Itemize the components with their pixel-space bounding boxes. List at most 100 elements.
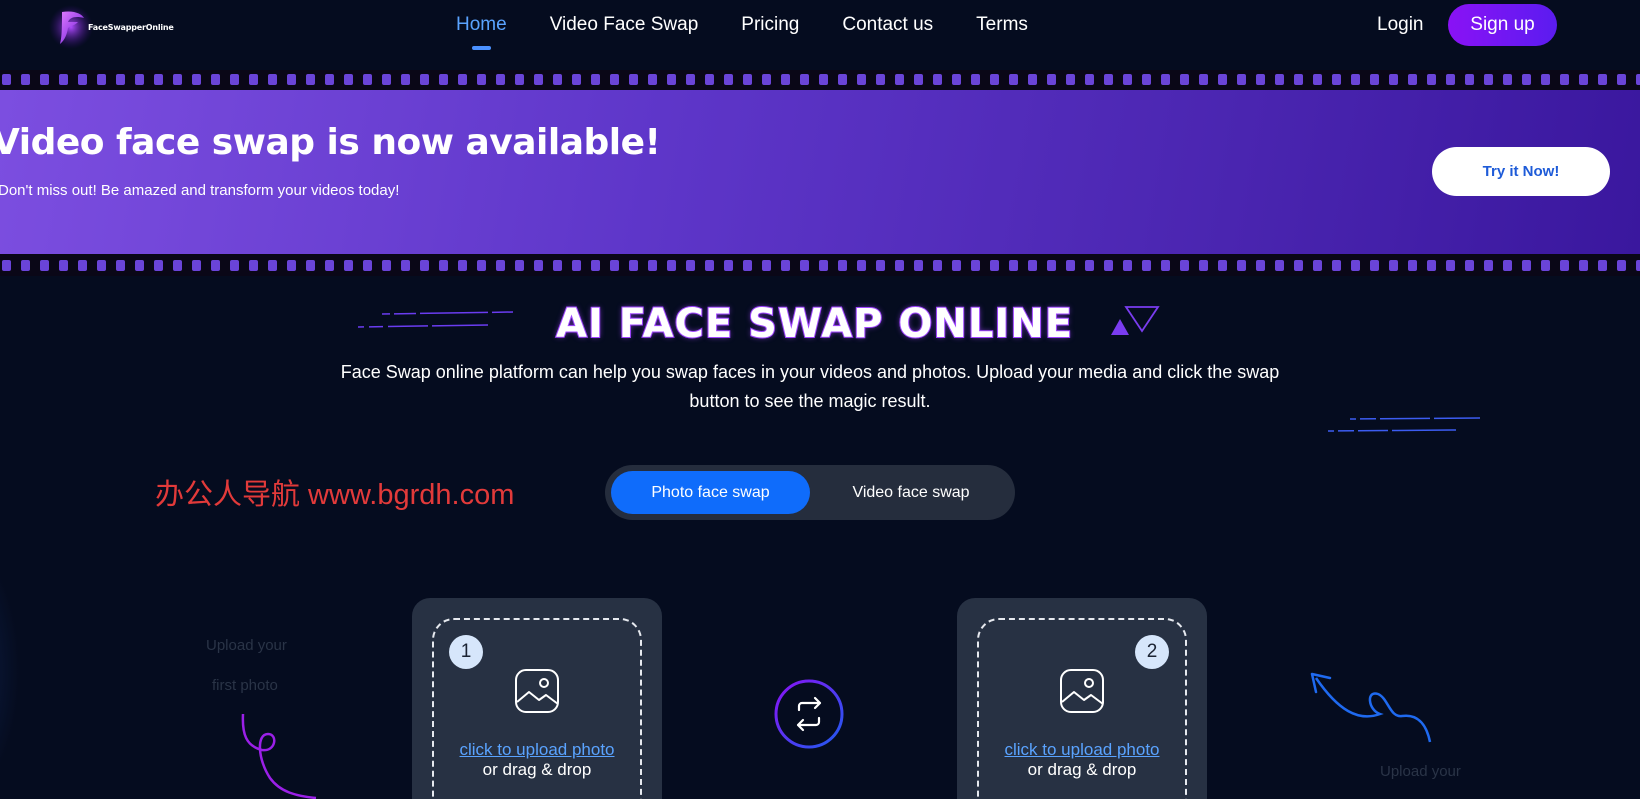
banner-title: Video face swap is now available! [0, 122, 661, 163]
film-hole [268, 259, 277, 271]
site-logo[interactable]: FaceSwapperOnline [48, 4, 178, 50]
film-hole [325, 73, 334, 85]
dash-lines-decoration-right [1328, 417, 1480, 432]
film-hole [287, 259, 296, 271]
film-hole [762, 259, 771, 271]
watermark-text: 办公人导航 www.bgrdh.com [155, 479, 515, 511]
film-hole [401, 259, 410, 271]
film-hole [724, 259, 733, 271]
film-hole [971, 259, 980, 271]
film-hole [1294, 73, 1303, 85]
film-hole [990, 73, 999, 85]
nav-terms-link[interactable]: Terms [976, 14, 1028, 44]
film-hole [59, 73, 68, 85]
film-hole [1294, 259, 1303, 271]
step-number-badge: 2 [1135, 635, 1169, 669]
film-hole [1104, 73, 1113, 85]
swap-button[interactable] [774, 679, 844, 749]
film-hole [382, 259, 391, 271]
film-hole [211, 259, 220, 271]
film-hole [1142, 259, 1151, 271]
film-hole [2, 259, 11, 271]
film-hole [1598, 73, 1607, 85]
film-hole [135, 259, 144, 271]
film-hole [572, 259, 581, 271]
side-glow [0, 540, 20, 799]
film-hole [1522, 73, 1531, 85]
film-hole [1370, 259, 1379, 271]
film-hole [1180, 259, 1189, 271]
film-hole [1313, 73, 1322, 85]
film-hole [515, 259, 524, 271]
signup-button[interactable]: Sign up [1448, 4, 1557, 46]
film-hole [1332, 73, 1341, 85]
film-hole [268, 73, 277, 85]
arrow-decoration-right [1310, 672, 1432, 743]
film-hole [458, 259, 467, 271]
film-hole [135, 73, 144, 85]
dash-lines-decoration [358, 311, 513, 328]
upload-card-first[interactable]: 1 click to upload photo or drag & drop [412, 598, 662, 799]
film-hole [743, 259, 752, 271]
film-hole [249, 73, 258, 85]
film-hole [154, 73, 163, 85]
film-hole [952, 259, 961, 271]
film-perforation-top [0, 70, 1640, 88]
film-hole [1484, 259, 1493, 271]
film-hole [1636, 73, 1640, 85]
film-hole [1427, 73, 1436, 85]
nav-home-link[interactable]: Home [456, 14, 507, 50]
film-hole [1123, 73, 1132, 85]
film-hole [287, 73, 296, 85]
film-hole [1636, 259, 1640, 271]
hint-right-line1: Upload your [1380, 763, 1461, 780]
film-hole [553, 73, 562, 85]
film-hole [705, 73, 714, 85]
film-hole [230, 259, 239, 271]
try-it-now-button[interactable]: Try it Now! [1432, 147, 1610, 196]
film-hole [420, 73, 429, 85]
film-hole [1256, 73, 1265, 85]
film-hole [420, 259, 429, 271]
film-hole [895, 73, 904, 85]
film-hole [97, 73, 106, 85]
film-hole [1351, 73, 1360, 85]
nav-pricing-link[interactable]: Pricing [741, 14, 799, 44]
film-hole [857, 73, 866, 85]
film-hole [648, 259, 657, 271]
film-hole [1009, 73, 1018, 85]
film-hole [458, 73, 467, 85]
film-hole [1066, 73, 1075, 85]
photo-icon [515, 669, 559, 713]
film-hole [838, 73, 847, 85]
film-hole [686, 259, 695, 271]
film-hole [1218, 73, 1227, 85]
film-hole [40, 259, 49, 271]
film-hole [971, 73, 980, 85]
film-hole [876, 259, 885, 271]
film-hole [173, 73, 182, 85]
hero-description: Face Swap online platform can help you s… [340, 362, 1280, 411]
film-hole [40, 73, 49, 85]
film-hole [781, 73, 790, 85]
tab-video-face-swap[interactable]: Video face swap [813, 471, 1009, 514]
upload-photo-link[interactable]: click to upload photo [957, 740, 1207, 760]
film-hole [800, 259, 809, 271]
film-hole [1199, 259, 1208, 271]
swap-icon [774, 679, 844, 749]
film-hole [610, 259, 619, 271]
film-hole [1123, 259, 1132, 271]
login-link[interactable]: Login [1377, 14, 1424, 36]
nav-video-face-swap-link[interactable]: Video Face Swap [550, 14, 699, 44]
upload-photo-link[interactable]: click to upload photo [412, 740, 662, 760]
film-hole [1313, 259, 1322, 271]
drag-drop-text: or drag & drop [1027, 760, 1137, 779]
film-hole [705, 259, 714, 271]
nav-contact-link[interactable]: Contact us [842, 14, 933, 44]
film-hole [819, 73, 828, 85]
upload-card-second[interactable]: 2 click to upload photo or drag & drop [957, 598, 1207, 799]
film-hole [59, 259, 68, 271]
film-hole [933, 73, 942, 85]
tab-photo-face-swap[interactable]: Photo face swap [611, 471, 810, 514]
film-hole [629, 73, 638, 85]
